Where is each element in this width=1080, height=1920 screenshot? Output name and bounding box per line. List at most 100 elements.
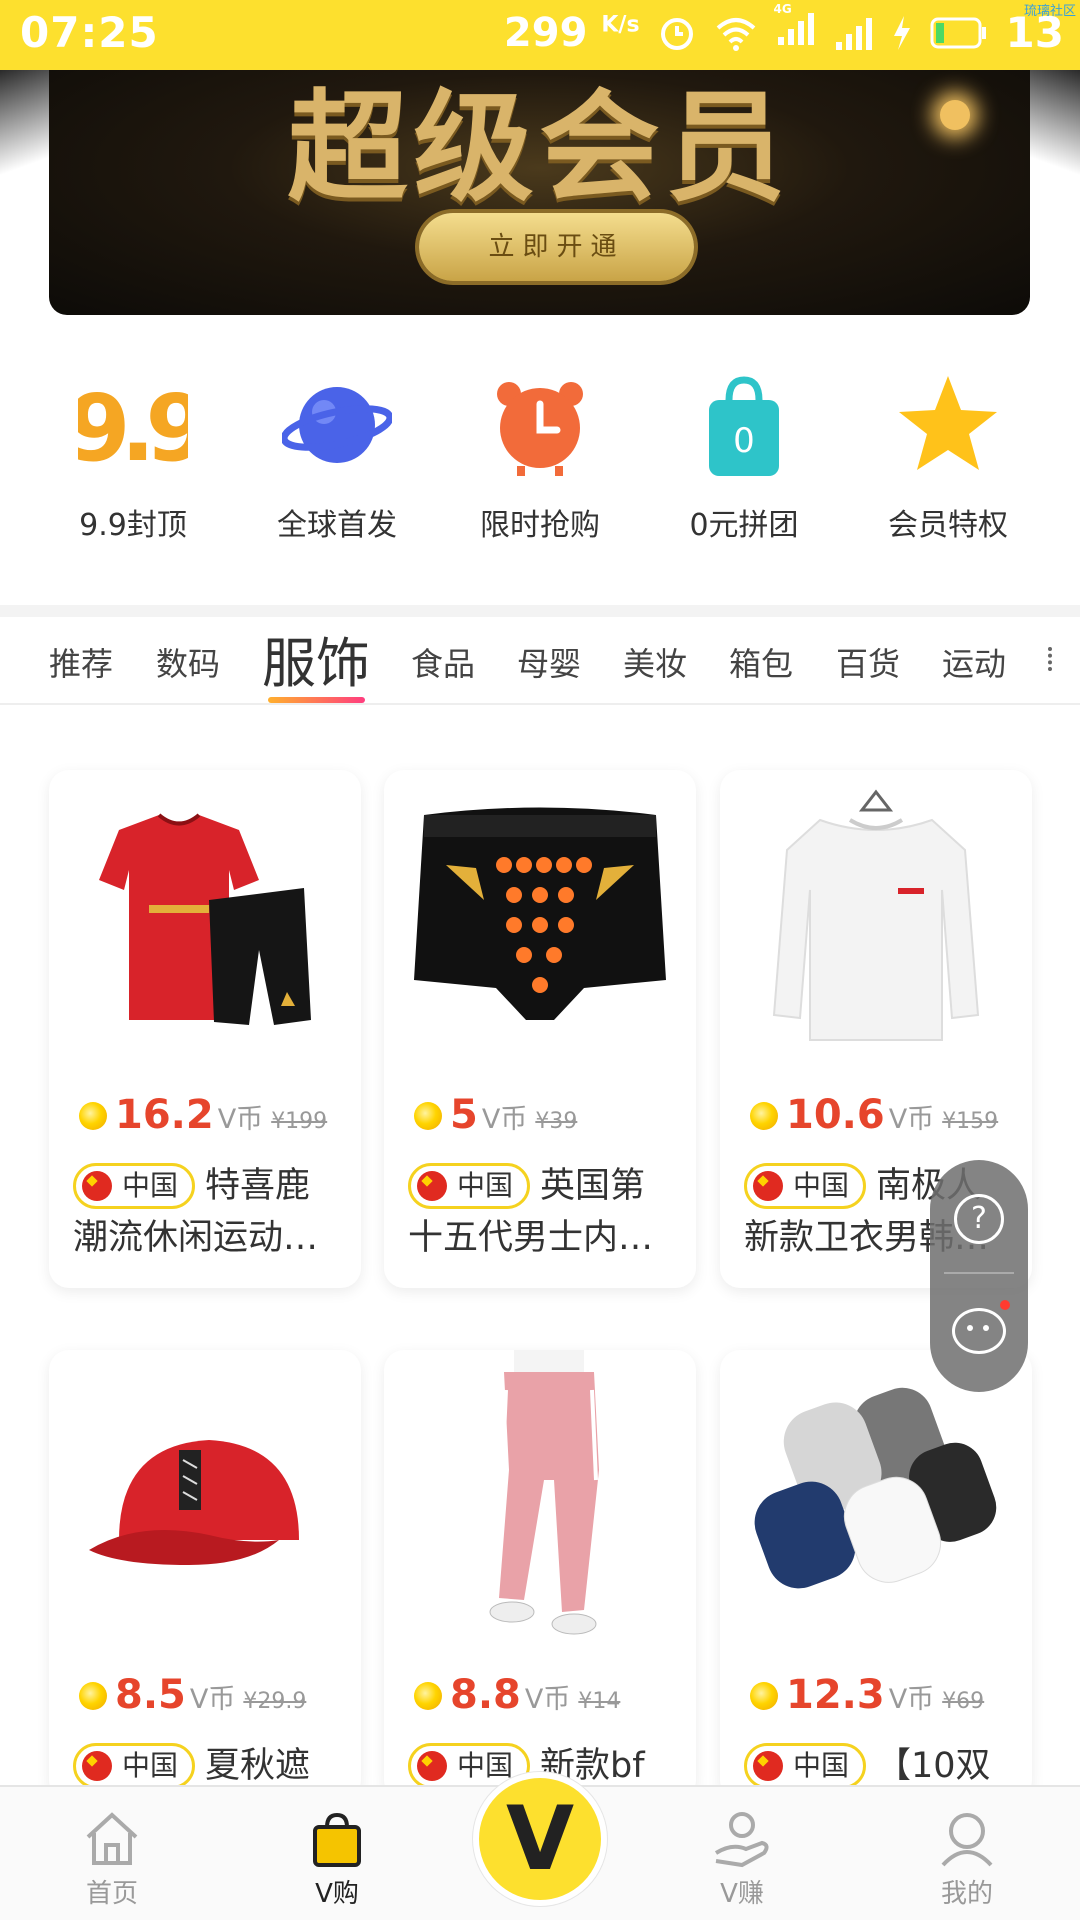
nav-home[interactable]: 首页: [42, 1787, 182, 1920]
product-card[interactable]: 8.5 V币 ¥29.9 中国 夏秋遮: [49, 1350, 361, 1800]
price-row: 16.2 V币 ¥199: [79, 1092, 327, 1138]
price-row: 5 V币 ¥39: [414, 1092, 577, 1138]
original-price: ¥14: [578, 1689, 621, 1714]
tab-recommend[interactable]: 推荐: [49, 639, 113, 685]
china-flag-icon: [753, 1751, 783, 1781]
tab-apparel[interactable]: 服饰: [262, 619, 370, 698]
coin-icon: [750, 1682, 778, 1710]
price-row: 12.3 V币 ¥69: [750, 1672, 984, 1718]
vip-banner[interactable]: 超级会员 立即开通: [0, 70, 1080, 320]
banner-card: 超级会员 立即开通: [49, 70, 1030, 315]
quick-entry-flash-sale[interactable]: 限时抢购: [450, 370, 630, 544]
currency-unit: V币: [217, 1104, 264, 1135]
earn-icon: [712, 1809, 772, 1869]
wifi-icon: [716, 17, 755, 51]
coin-icon: [414, 1102, 442, 1130]
tab-digital[interactable]: 数码: [156, 639, 220, 685]
product-price: 8.8: [450, 1672, 521, 1718]
status-bar: 07:25 299 K/s 4G 13 琉璃社区: [0, 0, 1080, 70]
quick-entry-label: 会员特权: [888, 508, 1008, 543]
signal-icon: [835, 17, 872, 50]
china-flag-icon: [417, 1751, 447, 1781]
product-price: 16.2: [115, 1092, 214, 1138]
network-speed-unit: K/s: [601, 12, 640, 38]
center-v-label: V: [505, 1787, 575, 1890]
nav-vzhuan[interactable]: V赚: [672, 1787, 812, 1920]
user-icon: [937, 1809, 997, 1869]
origin-label: 中国: [457, 1169, 514, 1202]
status-icons: 299 K/s 4G 13: [503, 2, 1064, 57]
chat-icon[interactable]: [952, 1308, 1006, 1354]
origin-tag: 中国: [408, 1163, 531, 1209]
coin-icon: [414, 1682, 442, 1710]
nav-label: 我的: [940, 1879, 993, 1909]
product-price: 10.6: [786, 1092, 885, 1138]
currency-unit: V币: [888, 1104, 935, 1135]
origin-tag: 中国: [744, 1163, 867, 1209]
china-flag-icon: [417, 1171, 447, 1201]
notification-dot: [1000, 1300, 1010, 1310]
status-time: 07:25: [20, 8, 159, 57]
nav-label: 首页: [85, 1879, 138, 1909]
shopping-bag-nav-icon: [307, 1809, 367, 1869]
star-icon: [893, 370, 1003, 480]
price-row: 10.6 V币 ¥159: [750, 1092, 998, 1138]
quick-entry-group-buy[interactable]: 0 0元拼团: [654, 370, 834, 544]
tab-bags[interactable]: 箱包: [729, 639, 793, 685]
original-price: ¥29.9: [243, 1689, 307, 1714]
banner-title: 超级会员: [287, 79, 792, 218]
shopping-bag-icon: 0: [689, 370, 799, 480]
product-image-red-sport-suit: [49, 770, 361, 1090]
original-price: ¥199: [271, 1109, 328, 1134]
nine-nine-icon-text: 9.9: [78, 375, 188, 480]
product-price: 12.3: [786, 1672, 885, 1718]
alarm-status-icon: [660, 17, 693, 50]
tab-beauty[interactable]: 美妆: [623, 639, 687, 685]
product-title-line1: 特喜鹿: [205, 1166, 311, 1206]
product-image-socks-pack: [720, 1350, 1032, 1670]
product-title: 中国 英国第 十五代男士内裤…: [408, 1160, 683, 1264]
quick-entry-global[interactable]: 全球首发: [247, 370, 427, 544]
quick-entry-vip-privilege[interactable]: 会员特权: [858, 370, 1038, 544]
network-type: 4G: [774, 2, 816, 57]
tab-daily-goods[interactable]: 百货: [836, 639, 900, 685]
nav-mine[interactable]: 我的: [897, 1787, 1037, 1920]
section-divider: [0, 605, 1080, 617]
product-title-line2: 十五代男士内裤…: [408, 1218, 683, 1258]
alarm-clock-icon: [485, 370, 595, 480]
currency-unit: V币: [189, 1684, 236, 1715]
quick-entry-label: 全球首发: [277, 508, 397, 543]
product-image-red-cap: [49, 1350, 361, 1670]
tab-sports[interactable]: 运动: [942, 639, 1006, 685]
origin-tag: 中国: [744, 1743, 867, 1789]
product-image-pink-pants: [384, 1350, 696, 1670]
quick-entry-label: 9.9封顶: [79, 508, 187, 543]
center-v-button[interactable]: V: [473, 1772, 607, 1906]
origin-label: 中国: [122, 1169, 179, 1202]
quick-entry-row: 9.9 9.9封顶 全球首发 限时抢购 0 0元拼团 会员特权: [0, 370, 1080, 545]
tab-more-icon[interactable]: [1048, 647, 1052, 671]
product-card[interactable]: 16.2 V币 ¥199 中国 特喜鹿 潮流休闲运动衣…: [49, 770, 361, 1288]
quick-entry-label: 限时抢购: [480, 508, 600, 543]
china-flag-icon: [753, 1171, 783, 1201]
tab-mother-baby[interactable]: 母婴: [517, 639, 581, 685]
price-row: 8.5 V币 ¥29.9: [79, 1672, 306, 1718]
currency-unit: V币: [888, 1684, 935, 1715]
quick-entry-nine-nine[interactable]: 9.9 9.9封顶: [43, 370, 223, 544]
nav-vgou[interactable]: V购: [267, 1787, 407, 1920]
origin-tag: 中国: [73, 1163, 196, 1209]
help-icon[interactable]: ?: [954, 1194, 1004, 1244]
open-vip-button[interactable]: 立即开通: [419, 213, 694, 281]
nav-label: V赚: [720, 1879, 764, 1909]
product-image-black-underwear: [384, 770, 696, 1090]
network-type-label: 4G: [773, 2, 792, 16]
network-speed-value: 299: [503, 9, 588, 56]
price-row: 8.8 V币 ¥14: [414, 1672, 620, 1718]
product-title: 中国 特喜鹿 潮流休闲运动衣…: [73, 1160, 348, 1264]
product-card[interactable]: 8.8 V币 ¥14 中国 新款bf: [384, 1350, 696, 1800]
tab-food[interactable]: 食品: [411, 639, 475, 685]
product-card[interactable]: 5 V币 ¥39 中国 英国第 十五代男士内裤…: [384, 770, 696, 1288]
product-card[interactable]: 12.3 V币 ¥69 中国 【10双: [720, 1350, 1032, 1800]
china-flag-icon: [82, 1751, 112, 1781]
widget-divider: [944, 1272, 1014, 1274]
